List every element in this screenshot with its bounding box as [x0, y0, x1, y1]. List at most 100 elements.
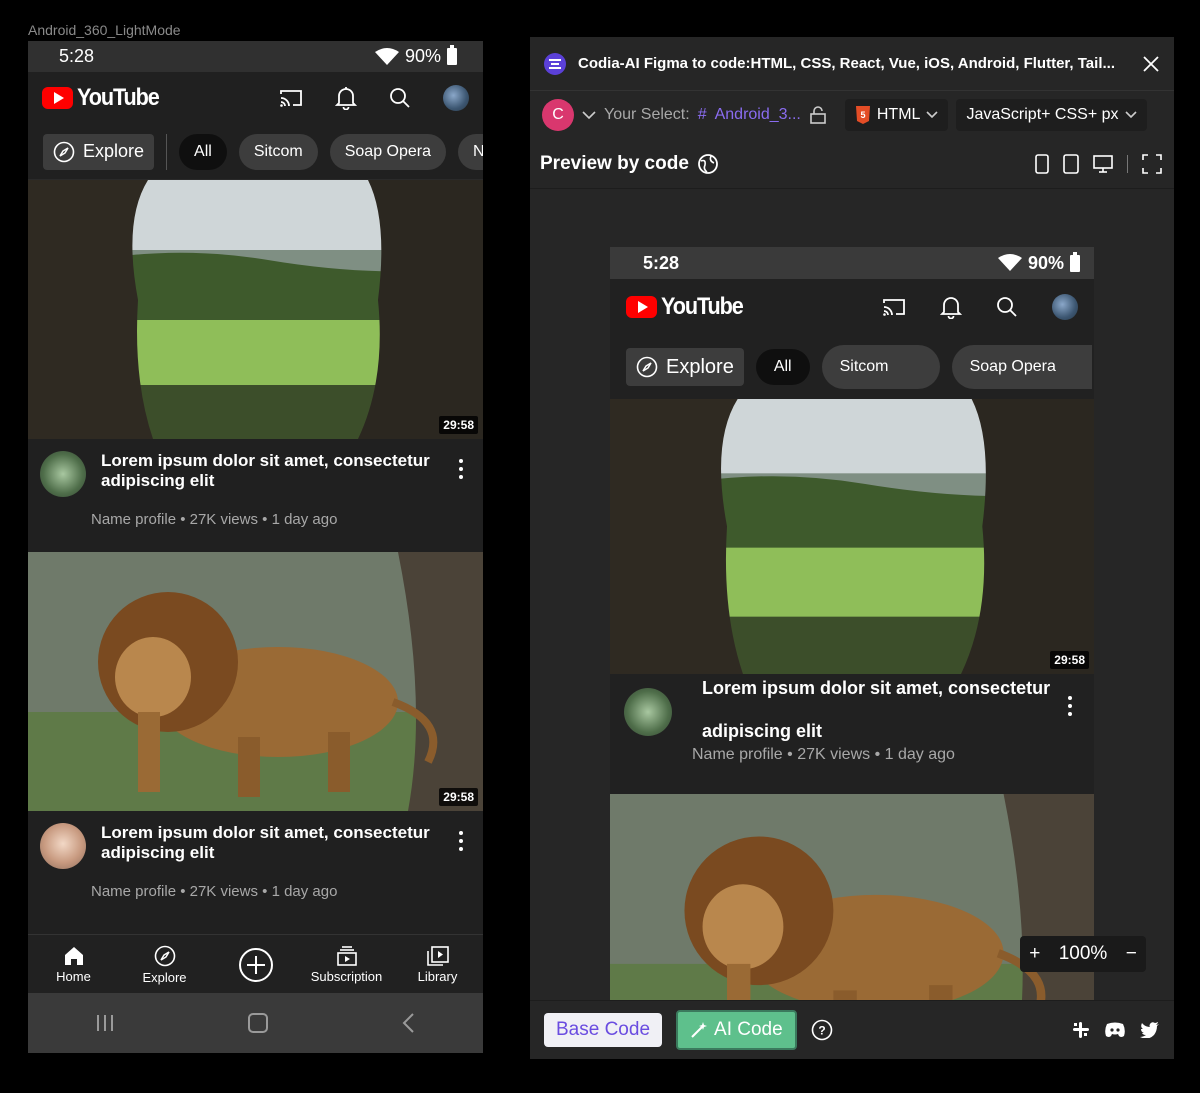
- panel-footer: Base Code AI Code ?: [530, 1000, 1174, 1059]
- globe-icon[interactable]: [697, 153, 719, 175]
- twitter-icon[interactable]: [1140, 1022, 1160, 1038]
- unlock-icon[interactable]: [809, 106, 827, 124]
- nav-subscription[interactable]: Subscription: [302, 945, 392, 984]
- stack-dropdown[interactable]: JavaScript+ CSS+ px: [956, 99, 1147, 131]
- video-thumbnail[interactable]: 29:58: [28, 180, 483, 439]
- zoom-in-button[interactable]: +: [1029, 943, 1040, 965]
- battery-icon: [1070, 251, 1080, 272]
- landscape-thumbnail-image: [610, 399, 1094, 674]
- preview-canvas[interactable]: 5:28 90% YouTube Explore All Sitcom Soap…: [530, 194, 1174, 1000]
- home-button-icon[interactable]: [247, 1012, 269, 1034]
- video-subtitle: Name profile • 27K views • 1 day ago: [692, 746, 955, 763]
- language-dropdown[interactable]: 5 HTML: [844, 99, 949, 131]
- panel-title: Codia-AI Figma to code:HTML, CSS, React,…: [578, 55, 1115, 72]
- desktop-device-icon[interactable]: [1093, 154, 1113, 173]
- cast-icon: [883, 299, 905, 316]
- explore-chip[interactable]: Explore: [43, 133, 155, 170]
- nav-explore[interactable]: Explore: [120, 945, 210, 985]
- preview-status-time: 5:28: [643, 252, 680, 273]
- youtube-play-icon: [626, 296, 657, 318]
- frame-hash-icon: #: [697, 106, 707, 123]
- account-avatar[interactable]: [443, 85, 469, 111]
- zoom-control: + 100% −: [1020, 936, 1146, 972]
- more-options-icon[interactable]: [451, 823, 471, 900]
- phone-device-icon[interactable]: [1035, 153, 1049, 174]
- chip-all[interactable]: All: [179, 133, 227, 170]
- youtube-wordmark: YouTube: [661, 293, 744, 320]
- bell-icon[interactable]: [335, 86, 357, 110]
- nav-home-label: Home: [56, 968, 91, 984]
- chevron-down-icon[interactable]: [582, 110, 596, 120]
- selected-frame-link[interactable]: Android_3...: [715, 106, 801, 124]
- toolbar-divider: [1127, 154, 1128, 173]
- home-icon: [64, 946, 83, 965]
- video-subtitle: Name profile • 27K views • 1 day ago: [91, 511, 338, 528]
- video-title-line1: Lorem ipsum dolor sit amet, consectetur: [702, 678, 1051, 698]
- search-icon[interactable]: [389, 87, 411, 109]
- nav-home[interactable]: Home: [29, 946, 119, 984]
- android-phone-frame: 5:28 90% YouTube Explore All Sitcom Soap…: [28, 41, 483, 1053]
- video-title[interactable]: Lorem ipsum dolor sit amet, consectetur …: [101, 823, 451, 863]
- fullscreen-icon[interactable]: [1142, 153, 1162, 174]
- chip-soap-opera: Soap Opera: [951, 345, 1092, 389]
- svg-text:?: ?: [818, 1024, 825, 1038]
- youtube-play-icon: [42, 87, 73, 109]
- channel-avatar[interactable]: [40, 451, 86, 497]
- lion-thumbnail-image: [28, 552, 483, 811]
- cast-icon[interactable]: [279, 88, 303, 108]
- chip-soap-opera[interactable]: Soap Opera: [329, 133, 446, 170]
- search-icon: [997, 297, 1017, 317]
- nav-create[interactable]: [211, 947, 301, 983]
- system-navigation-bar: [28, 993, 483, 1053]
- chip-new[interactable]: New: [458, 133, 483, 170]
- preview-status-bar: 5:28 90%: [610, 247, 1094, 279]
- chip-divider: [166, 133, 168, 170]
- help-icon[interactable]: ?: [811, 1019, 833, 1041]
- codia-logo-icon: [544, 52, 566, 75]
- user-avatar[interactable]: C: [542, 99, 574, 131]
- slack-icon[interactable]: [1072, 1021, 1090, 1039]
- library-icon: [426, 945, 449, 966]
- select-label: Your Select:: [604, 106, 690, 123]
- chip-sitcom[interactable]: Sitcom: [238, 133, 318, 170]
- close-icon[interactable]: [1142, 55, 1160, 73]
- video-title[interactable]: Lorem ipsum dolor sit amet, consectetur …: [101, 451, 451, 491]
- svg-text:5: 5: [860, 110, 865, 120]
- video-title-line2: adipiscing elit: [702, 721, 823, 741]
- channel-avatar: [624, 688, 672, 736]
- zoom-out-button[interactable]: −: [1126, 943, 1137, 965]
- youtube-logo[interactable]: YouTube: [42, 84, 168, 112]
- bell-icon: [940, 297, 962, 319]
- back-icon[interactable]: [401, 1012, 417, 1034]
- nav-library[interactable]: Library: [393, 945, 483, 984]
- status-time: 5:28: [59, 46, 95, 66]
- more-options-icon[interactable]: [451, 451, 471, 552]
- channel-avatar[interactable]: [40, 823, 86, 869]
- explore-chip-label: Explore: [666, 355, 734, 378]
- nav-subscription-label: Subscription: [310, 968, 383, 984]
- preview-battery-percent: 90%: [1027, 252, 1064, 273]
- landscape-thumbnail-image: [28, 180, 483, 439]
- compass-icon: [154, 945, 175, 966]
- frame-label: Android_360_LightMode: [28, 22, 181, 38]
- video-info: Lorem ipsum dolor sit amet, consectetur …: [28, 811, 483, 900]
- tablet-device-icon[interactable]: [1063, 153, 1079, 174]
- preview-video-info: Lorem ipsum dolor sit amet, consectetur …: [610, 674, 1094, 794]
- battery-icon: [447, 45, 457, 65]
- ai-code-button[interactable]: AI Code: [676, 1010, 797, 1050]
- status-bar: 5:28 90%: [28, 41, 483, 72]
- chevron-down-icon: [926, 111, 939, 119]
- video-thumbnail[interactable]: 29:58: [28, 552, 483, 811]
- ai-code-label: AI Code: [714, 1019, 783, 1040]
- stack-label: JavaScript+ CSS+ px: [966, 106, 1119, 123]
- recent-apps-icon[interactable]: [94, 1013, 116, 1033]
- zoom-level: 100%: [1058, 943, 1108, 964]
- panel-header: Codia-AI Figma to code:HTML, CSS, React,…: [530, 37, 1174, 91]
- discord-icon[interactable]: [1104, 1022, 1126, 1038]
- preview-category-chips: Explore All Sitcom Soap Opera: [610, 335, 1094, 399]
- base-code-button[interactable]: Base Code: [544, 1013, 663, 1047]
- nav-explore-label: Explore: [142, 969, 187, 985]
- video-duration: 29:58: [1050, 651, 1089, 669]
- chip-sitcom: Sitcom: [821, 345, 940, 389]
- youtube-logo: YouTube: [626, 293, 752, 321]
